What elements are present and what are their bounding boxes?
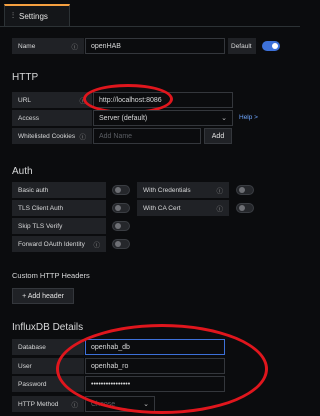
- skip-tls-label: Skip TLS Verify: [12, 218, 106, 234]
- tab-divider: [0, 26, 300, 27]
- access-select[interactable]: Server (default) ⌄: [93, 110, 233, 126]
- default-label: Default: [228, 38, 256, 54]
- cookies-label: Whitelisted Cookies ⓘ: [12, 128, 92, 144]
- tab-label: Settings: [19, 11, 48, 21]
- auth-section-title: Auth: [12, 166, 33, 177]
- skip-tls-toggle[interactable]: [112, 221, 130, 231]
- info-icon: ⓘ: [79, 134, 87, 141]
- with-ca-cert-label: With CA Cert ⓘ: [137, 200, 229, 216]
- tls-client-label: TLS Client Auth: [12, 200, 106, 216]
- default-toggle[interactable]: [262, 41, 280, 51]
- with-credentials-toggle[interactable]: [236, 185, 254, 195]
- cookie-name-input[interactable]: Add Name: [93, 128, 201, 144]
- influx-section-title: InfluxDB Details: [12, 322, 84, 333]
- add-header-button[interactable]: + Add header: [12, 288, 74, 304]
- highlight-circle: [56, 324, 268, 414]
- name-label: Name ⓘ: [12, 38, 84, 54]
- help-link[interactable]: Help >: [239, 114, 258, 121]
- name-input[interactable]: openHAB: [85, 38, 225, 54]
- with-credentials-label: With Credentials ⓘ: [137, 182, 229, 198]
- tls-client-toggle[interactable]: [112, 203, 130, 213]
- info-icon: ⓘ: [216, 188, 224, 195]
- tab-settings[interactable]: ⫶ Settings: [4, 4, 70, 26]
- http-method-label: HTTP Method ⓘ: [12, 396, 84, 412]
- add-cookie-button[interactable]: Add: [204, 128, 232, 144]
- basic-auth-label: Basic auth: [12, 182, 106, 198]
- forward-oauth-toggle[interactable]: [112, 239, 130, 249]
- info-icon: ⓘ: [216, 206, 224, 213]
- sliders-icon: ⫶: [12, 11, 14, 20]
- basic-auth-toggle[interactable]: [112, 185, 130, 195]
- with-ca-cert-toggle[interactable]: [236, 203, 254, 213]
- forward-oauth-label: Forward OAuth Identity ⓘ: [12, 236, 106, 252]
- info-icon: ⓘ: [71, 402, 79, 409]
- info-icon: ⓘ: [93, 242, 101, 249]
- info-icon: ⓘ: [71, 44, 79, 51]
- access-label: Access: [12, 110, 92, 126]
- http-section-title: HTTP: [12, 72, 39, 83]
- custom-headers-title: Custom HTTP Headers: [12, 271, 90, 280]
- chevron-down-icon: ⌄: [221, 115, 227, 122]
- url-label: URL ⓘ: [12, 92, 92, 108]
